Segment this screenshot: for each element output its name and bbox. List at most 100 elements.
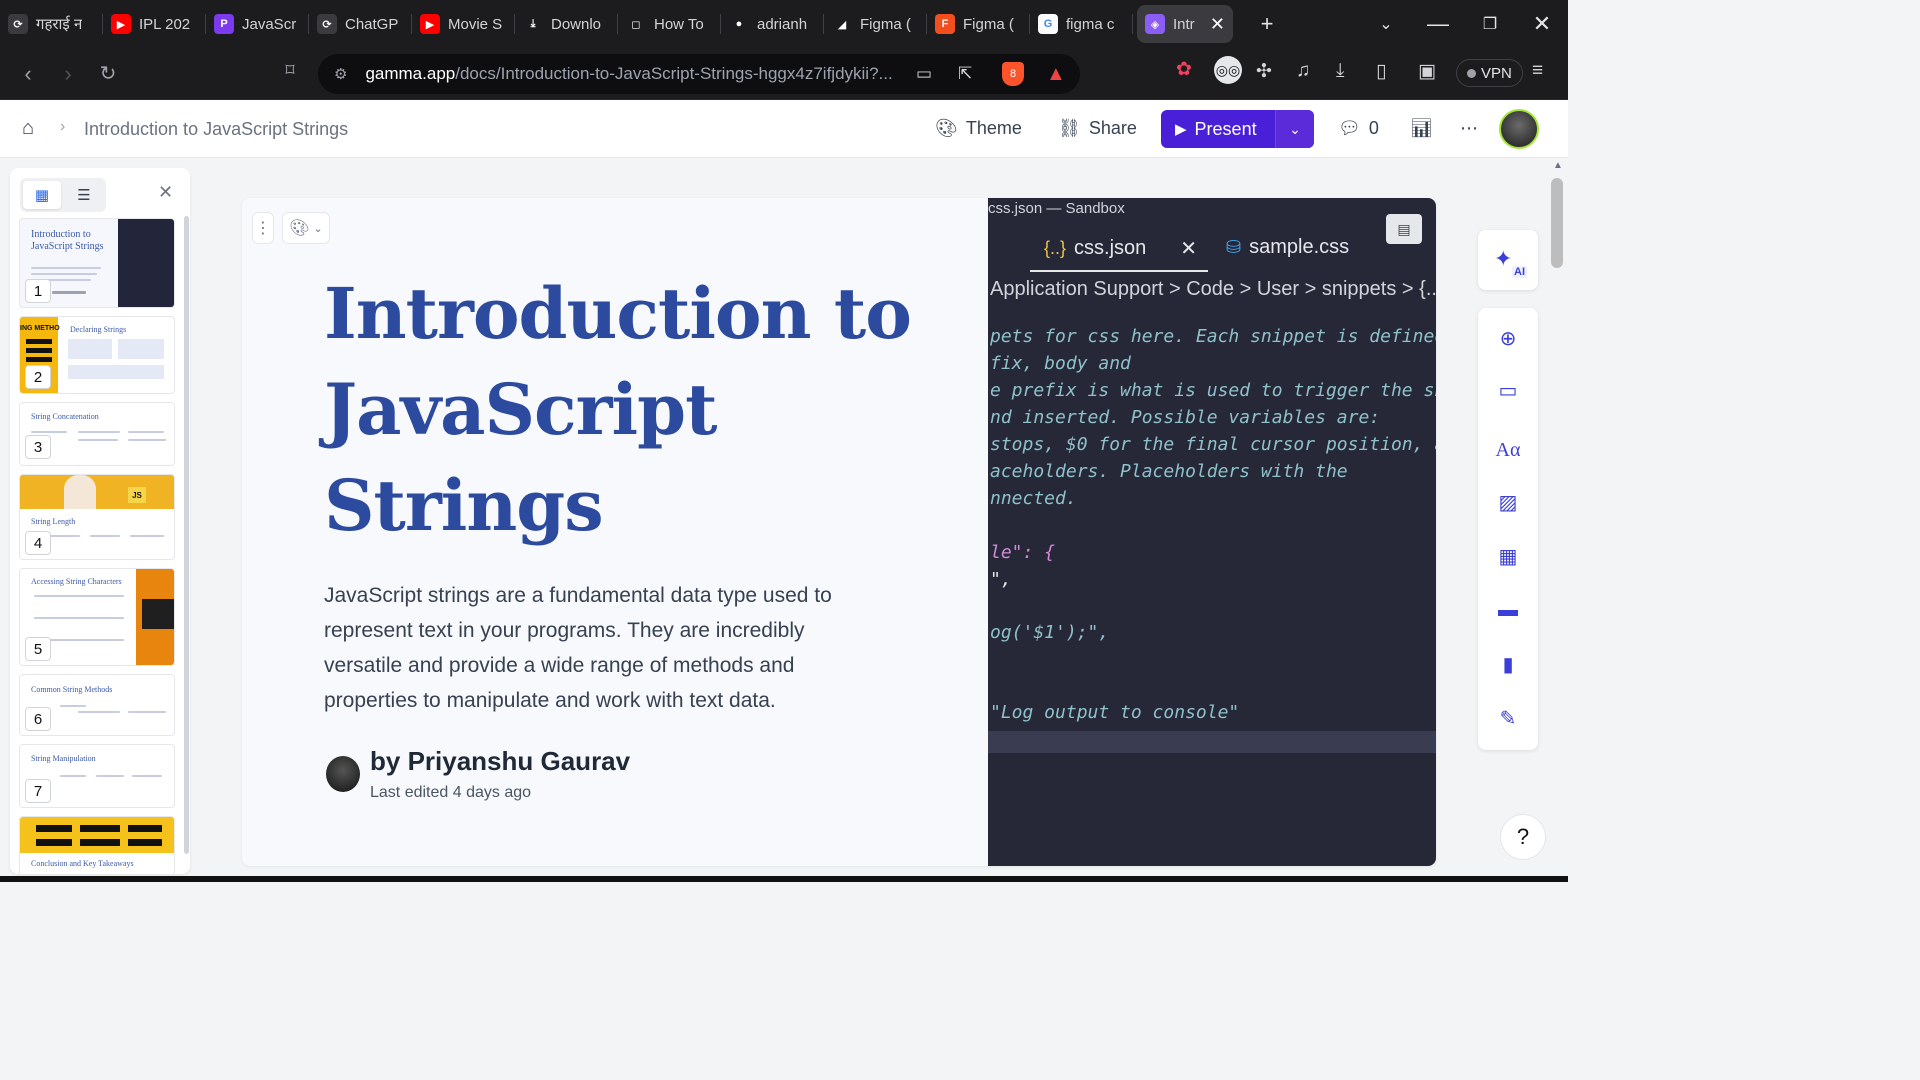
reload-button[interactable]: ↻ (88, 61, 128, 86)
code-editor-image[interactable]: css.json — Sandbox {..} css.json ✕ ⛁ sam… (988, 198, 1436, 866)
edit-icon[interactable]: ✎ (1494, 704, 1522, 732)
image-icon[interactable]: ▨ (1494, 488, 1522, 516)
right-toolbar: ⊕ ▭ Aα ▨ ▦ ▬ ▮ ✎ (1478, 308, 1538, 750)
json-icon: {..} (1044, 238, 1067, 258)
palette-icon: 🎨︎ (289, 220, 310, 237)
menu-icon[interactable]: ≡ (1532, 60, 1543, 82)
address-bar[interactable]: ⚙ gamma.app /docs/Introduction-to-JavaSc… (318, 54, 1080, 94)
text-style-icon[interactable]: Aα (1494, 436, 1522, 464)
browser-tab[interactable]: Gfigma c (1030, 0, 1133, 48)
palette-icon: 🎨︎ (935, 118, 958, 138)
user-avatar[interactable] (1499, 109, 1539, 149)
slide-thumbnail-6[interactable]: Common String Methods 6 (19, 674, 175, 736)
share-button[interactable]: ⛓︎ Share (1058, 118, 1137, 139)
slide-thumbnail-panel: ▦ ☰ ✕ Introduction to JavaScript Strings… (10, 168, 190, 874)
extensions-icon[interactable]: ✣ (1256, 60, 1272, 83)
close-window-button[interactable]: ✕ (1516, 11, 1568, 37)
browser-tab[interactable]: ◻ How To (618, 0, 721, 48)
grid-view-icon[interactable]: ▦ (23, 181, 61, 209)
panel-scrollbar[interactable] (184, 216, 189, 854)
card-menu-icon[interactable]: ⋮ (252, 212, 274, 244)
ai-assistant-button[interactable]: ✦ AI (1478, 230, 1538, 290)
close-panel-icon[interactable]: ✕ (158, 182, 173, 203)
help-button[interactable]: ? (1500, 814, 1546, 860)
page-scrollbar[interactable]: ▲ (1548, 158, 1568, 882)
vpn-label: VPN (1481, 64, 1512, 82)
downloads-icon[interactable]: ⤓ (1336, 60, 1344, 82)
editor-tab-css-json: {..} css.json ✕ (1044, 236, 1197, 261)
restore-button[interactable]: ❐ (1464, 14, 1516, 34)
chevron-down-icon: ⌄ (313, 222, 323, 235)
browser-tab[interactable]: P JavaScr (206, 0, 309, 48)
slide-code-image (118, 219, 174, 307)
browser-tab[interactable]: ◢ Figma ( (824, 0, 927, 48)
video-icon[interactable]: ▦ (1494, 542, 1522, 570)
card-style-button[interactable]: 🎨︎ ⌄ (282, 212, 330, 244)
slide-name: String Manipulation (31, 754, 96, 763)
add-card-icon[interactable]: ⊕ (1494, 324, 1522, 352)
slide-thumbnail-3[interactable]: String Concatenation 3 (19, 402, 175, 466)
minimize-button[interactable]: — (1412, 11, 1464, 37)
layout-icon[interactable]: ▭ (1494, 376, 1522, 404)
list-view-icon[interactable]: ☰ (65, 181, 103, 209)
slide-thumbnail-8[interactable]: Conclusion and Key Takeaways (19, 816, 175, 874)
chart-icon[interactable]: ▮ (1494, 650, 1522, 678)
share-page-icon[interactable]: ⇱ (958, 64, 972, 84)
browser-tab[interactable]: ⟳ ChatGP (309, 0, 412, 48)
browser-tab-active[interactable]: ◈ Intr ✕ (1137, 5, 1233, 43)
text-line (50, 535, 80, 537)
media-icon[interactable]: ♫ (1296, 60, 1310, 82)
slide-title[interactable]: Introduction to JavaScript Strings (324, 266, 944, 554)
code-line: og('$1');", (990, 622, 1110, 643)
slide-header-image: JS (20, 475, 174, 509)
sidebar-icon[interactable]: ▯ (1376, 60, 1386, 83)
slide-thumbnail-2[interactable]: ING METHO Declaring Strings 2 (19, 316, 175, 394)
tab-title: adrianh (757, 15, 808, 33)
home-icon[interactable]: ⌂ (22, 117, 34, 140)
bookmark-icon[interactable]: ⌑ (270, 60, 310, 81)
slide-lead-paragraph[interactable]: JavaScript strings are a fundamental dat… (324, 578, 884, 718)
forward-button[interactable]: › (48, 61, 88, 87)
browser-tab[interactable]: ▶ Movie S (412, 0, 515, 48)
slide-number: 6 (25, 707, 51, 731)
reader-extension-icon[interactable]: ◎◎ (1214, 56, 1242, 84)
slide-thumbnail-7[interactable]: String Manipulation 7 (19, 744, 175, 808)
vpn-button[interactable]: VPN (1456, 59, 1523, 87)
comments-button[interactable]: 💬︎ 0 (1338, 118, 1379, 139)
scroll-up-icon[interactable]: ▲ (1553, 160, 1563, 171)
slide-side-text: ING METHO (20, 325, 60, 332)
editor-breadcrumb-path: Application Support > Code > User > snip… (990, 278, 1436, 300)
brave-shield-icon[interactable]: 8 (1002, 62, 1024, 86)
slide-thumbnail-5[interactable]: Accessing String Characters 5 (19, 568, 175, 666)
browser-tab[interactable]: ● adrianh (721, 0, 824, 48)
cast-icon[interactable]: ▭ (916, 64, 932, 84)
analytics-icon[interactable]: 📊︎ (1410, 118, 1433, 139)
new-tab-button[interactable]: + (1241, 11, 1293, 37)
theme-button[interactable]: 🎨︎ Theme (935, 118, 1022, 139)
present-dropdown-chevron-icon[interactable]: ⌄ (1275, 110, 1314, 148)
breadcrumb-doc-title[interactable]: Introduction to JavaScript Strings (84, 119, 348, 140)
browser-tab[interactable]: F Figma ( (927, 0, 1030, 48)
browser-tab[interactable]: ⟳ गहराई न (0, 0, 103, 48)
embed-icon[interactable]: ▬ (1494, 596, 1522, 624)
brave-rewards-icon[interactable]: ▲ (1046, 63, 1066, 86)
code-line: e prefix is what is used to trigger the … (990, 380, 1436, 401)
more-options-icon[interactable]: ⋯ (1460, 118, 1478, 139)
browser-tab[interactable]: ▶ IPL 202 (103, 0, 206, 48)
present-button[interactable]: ▶ Present ⌄ (1161, 110, 1314, 148)
text-line (130, 535, 164, 537)
slide-header-image (20, 817, 174, 853)
wallet-icon[interactable]: ▣ (1418, 60, 1436, 83)
close-tab-icon[interactable]: ✕ (1210, 14, 1225, 35)
scrollbar-thumb[interactable] (1551, 178, 1563, 268)
slide-thumbnail-1[interactable]: Introduction to JavaScript Strings 1 (19, 218, 175, 308)
notes-icon[interactable]: ▤ (1386, 214, 1422, 244)
color-extension-icon[interactable]: ✿ (1176, 58, 1192, 81)
site-settings-icon[interactable]: ⚙ (334, 65, 347, 83)
sparkle-icon: ✦ (1494, 246, 1513, 271)
active-tab-underline (1030, 270, 1208, 272)
tab-search-chevron-icon[interactable]: ⌄ (1360, 14, 1412, 34)
back-button[interactable]: ‹ (8, 61, 48, 87)
slide-thumbnail-4[interactable]: JS String Length 4 (19, 474, 175, 560)
browser-tab[interactable]: ⤓ Downlo (515, 0, 618, 48)
